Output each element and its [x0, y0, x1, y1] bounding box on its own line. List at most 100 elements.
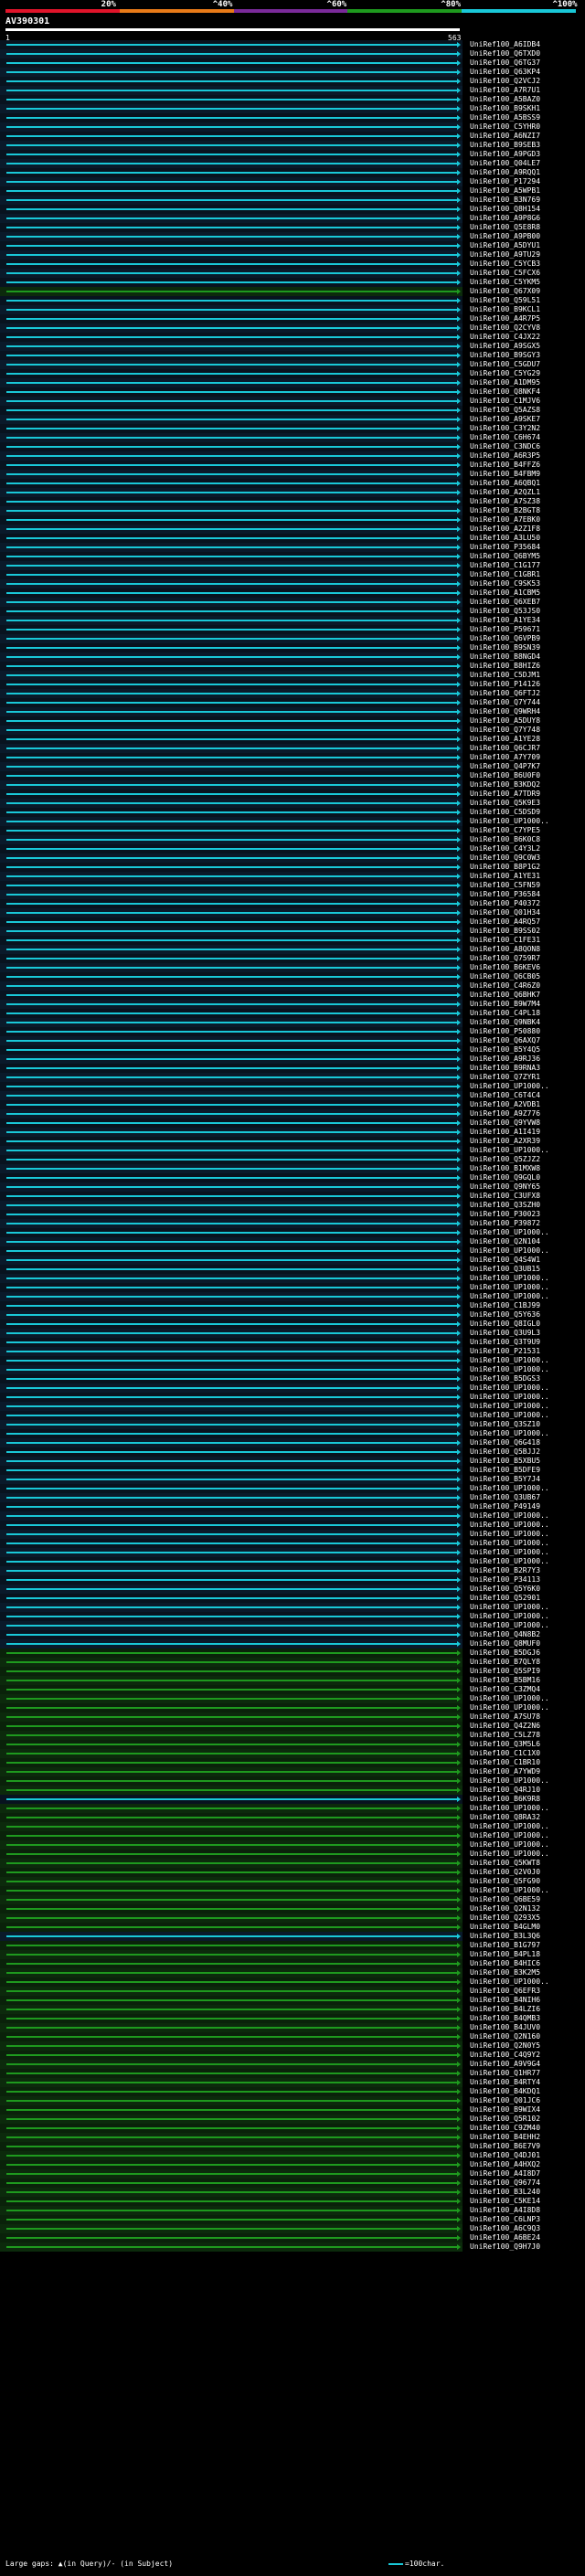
- hit-row[interactable]: UniRef100_P21531: [0, 1347, 585, 1356]
- hit-row[interactable]: UniRef100_C1G177: [0, 561, 585, 570]
- hit-row[interactable]: UniRef100_Q9NY65: [0, 1182, 585, 1192]
- hit-label[interactable]: UniRef100_UP1000..: [470, 1356, 549, 1365]
- hit-label[interactable]: UniRef100_UP1000..: [470, 1530, 549, 1539]
- hit-row[interactable]: UniRef100_Q01H34: [0, 908, 585, 917]
- hit-label[interactable]: UniRef100_UP1000..: [470, 1603, 549, 1612]
- hit-label[interactable]: UniRef100_A1YE34: [470, 616, 540, 625]
- hit-row[interactable]: UniRef100_Q5E8R8: [0, 223, 585, 232]
- hit-row[interactable]: UniRef100_B4LZI6: [0, 2005, 585, 2014]
- hit-row[interactable]: UniRef100_Q9GQL0: [0, 1173, 585, 1182]
- hit-row[interactable]: UniRef100_P35684: [0, 543, 585, 552]
- hit-label[interactable]: UniRef100_Q2N160: [470, 2032, 540, 2041]
- hit-label[interactable]: UniRef100_C5YCB3: [470, 260, 540, 269]
- hit-row[interactable]: UniRef100_UP1000..: [0, 1521, 585, 1530]
- hit-label[interactable]: UniRef100_Q01H34: [470, 908, 540, 917]
- hit-row[interactable]: UniRef100_C9ZM40: [0, 2124, 585, 2133]
- hit-row[interactable]: UniRef100_A5DYU1: [0, 241, 585, 250]
- hit-row[interactable]: UniRef100_UP1000..: [0, 1228, 585, 1237]
- hit-row[interactable]: UniRef100_Q5R102: [0, 2115, 585, 2124]
- hit-label[interactable]: UniRef100_A2QZL1: [470, 488, 540, 497]
- hit-row[interactable]: UniRef100_Q67X09: [0, 287, 585, 296]
- hit-label[interactable]: UniRef100_Q04LE7: [470, 159, 540, 168]
- hit-label[interactable]: UniRef100_Q6BHK7: [470, 991, 540, 1000]
- hit-label[interactable]: UniRef100_Q6BE59: [470, 1895, 540, 1904]
- hit-row[interactable]: UniRef100_B4FBM9: [0, 470, 585, 479]
- hit-row[interactable]: UniRef100_Q5Y6K0: [0, 1585, 585, 1594]
- hit-label[interactable]: UniRef100_A6C9Q3: [470, 2224, 540, 2233]
- hit-label[interactable]: UniRef100_B4FBM9: [470, 470, 540, 479]
- hit-label[interactable]: UniRef100_Q7Y744: [470, 698, 540, 707]
- hit-label[interactable]: UniRef100_UP1000..: [470, 1383, 549, 1393]
- hit-label[interactable]: UniRef100_Q5BJJ2: [470, 1447, 540, 1457]
- hit-label[interactable]: UniRef100_P59671: [470, 625, 540, 634]
- hit-label[interactable]: UniRef100_Q7Y748: [470, 726, 540, 735]
- hit-label[interactable]: UniRef100_B6E7V9: [470, 2142, 540, 2151]
- hit-label[interactable]: UniRef100_A7Y709: [470, 753, 540, 762]
- hit-row[interactable]: UniRef100_UP1000..: [0, 1365, 585, 1374]
- hit-label[interactable]: UniRef100_B4JUV0: [470, 2023, 540, 2032]
- hit-label[interactable]: UniRef100_B6KEV6: [470, 963, 540, 972]
- hit-row[interactable]: UniRef100_B4KDQ1: [0, 2087, 585, 2096]
- hit-row[interactable]: UniRef100_A7YWD9: [0, 1767, 585, 1776]
- hit-label[interactable]: UniRef100_Q2N132: [470, 1904, 540, 1913]
- hit-row[interactable]: UniRef100_Q6BE59: [0, 1895, 585, 1904]
- hit-label[interactable]: UniRef100_UP1000..: [470, 1146, 549, 1155]
- hit-row[interactable]: UniRef100_A1CBM5: [0, 588, 585, 598]
- hit-label[interactable]: UniRef100_A7YWD9: [470, 1767, 540, 1776]
- hit-row[interactable]: UniRef100_B3K2M5: [0, 1968, 585, 1977]
- hit-label[interactable]: UniRef100_Q1HR77: [470, 2069, 540, 2078]
- hit-row[interactable]: UniRef100_Q5BJJ2: [0, 1447, 585, 1457]
- hit-row[interactable]: UniRef100_A7Y709: [0, 753, 585, 762]
- hit-row[interactable]: UniRef100_B9W7M4: [0, 1000, 585, 1009]
- hit-label[interactable]: UniRef100_UP1000..: [470, 1557, 549, 1566]
- hit-row[interactable]: UniRef100_Q3U9L3: [0, 1329, 585, 1338]
- hit-label[interactable]: UniRef100_Q3M5L6: [470, 1740, 540, 1749]
- hit-row[interactable]: UniRef100_B4HIC6: [0, 1959, 585, 1968]
- hit-row[interactable]: UniRef100_B4FFZ6: [0, 461, 585, 470]
- hit-row[interactable]: UniRef100_C5YG29: [0, 369, 585, 378]
- hit-row[interactable]: UniRef100_Q7Y744: [0, 698, 585, 707]
- hit-row[interactable]: UniRef100_C1C1X0: [0, 1749, 585, 1758]
- hit-label[interactable]: UniRef100_A5BSS9: [470, 113, 540, 122]
- hit-row[interactable]: UniRef100_A9PB00: [0, 232, 585, 241]
- hit-row[interactable]: UniRef100_B6E7V9: [0, 2142, 585, 2151]
- hit-label[interactable]: UniRef100_Q2N0Y5: [470, 2041, 540, 2051]
- hit-label[interactable]: UniRef100_B9SGY3: [470, 351, 540, 360]
- hit-row[interactable]: UniRef100_C4PL18: [0, 1009, 585, 1018]
- hit-label[interactable]: UniRef100_Q2N104: [470, 1237, 540, 1246]
- hit-row[interactable]: UniRef100_A4HXQ2: [0, 2160, 585, 2169]
- hit-row[interactable]: UniRef100_C5YCB3: [0, 260, 585, 269]
- hit-label[interactable]: UniRef100_UP1000..: [470, 1804, 549, 1813]
- hit-label[interactable]: UniRef100_UP1000..: [470, 817, 549, 826]
- hit-label[interactable]: UniRef100_C1C1X0: [470, 1749, 540, 1758]
- hit-row[interactable]: UniRef100_UP1000..: [0, 1977, 585, 1987]
- hit-label[interactable]: UniRef100_C5KE14: [470, 2197, 540, 2206]
- hit-label[interactable]: UniRef100_B8P1G2: [470, 863, 540, 872]
- hit-row[interactable]: UniRef100_A9SGX5: [0, 342, 585, 351]
- hit-label[interactable]: UniRef100_Q759R7: [470, 954, 540, 963]
- hit-row[interactable]: UniRef100_Q2N160: [0, 2032, 585, 2041]
- hit-label[interactable]: UniRef100_A2VDB1: [470, 1100, 540, 1109]
- hit-row[interactable]: UniRef100_UP1000..: [0, 1822, 585, 1831]
- hit-row[interactable]: UniRef100_A4I8D8: [0, 2206, 585, 2215]
- hit-row[interactable]: UniRef100_UP1000..: [0, 1283, 585, 1292]
- hit-label[interactable]: UniRef100_B4HIC6: [470, 1959, 540, 1968]
- hit-row[interactable]: UniRef100_Q2V0J0: [0, 1868, 585, 1877]
- hit-row[interactable]: UniRef100_C1GBR1: [0, 570, 585, 579]
- hit-label[interactable]: UniRef100_B8HIZ6: [470, 662, 540, 671]
- hit-row[interactable]: UniRef100_Q6FTJ2: [0, 689, 585, 698]
- hit-label[interactable]: UniRef100_A2Z1F8: [470, 525, 540, 534]
- hit-label[interactable]: UniRef100_Q5ZJZ2: [470, 1155, 540, 1164]
- hit-label[interactable]: UniRef100_A4RQ57: [470, 917, 540, 927]
- hit-label[interactable]: UniRef100_Q8MUF0: [470, 1639, 540, 1648]
- hit-row[interactable]: UniRef100_Q7ZYR1: [0, 1073, 585, 1082]
- hit-row[interactable]: UniRef100_A7TDR9: [0, 790, 585, 799]
- hit-label[interactable]: UniRef100_A6NZI7: [470, 132, 540, 141]
- hit-label[interactable]: UniRef100_A9Z776: [470, 1109, 540, 1118]
- hit-row[interactable]: UniRef100_C5KE14: [0, 2197, 585, 2206]
- hit-row[interactable]: UniRef100_UP1000..: [0, 1703, 585, 1712]
- hit-row[interactable]: UniRef100_C5YKM5: [0, 278, 585, 287]
- hit-row[interactable]: UniRef100_B5DGJ6: [0, 1648, 585, 1658]
- hit-label[interactable]: UniRef100_A2XR39: [470, 1137, 540, 1146]
- hit-label[interactable]: UniRef100_P21531: [470, 1347, 540, 1356]
